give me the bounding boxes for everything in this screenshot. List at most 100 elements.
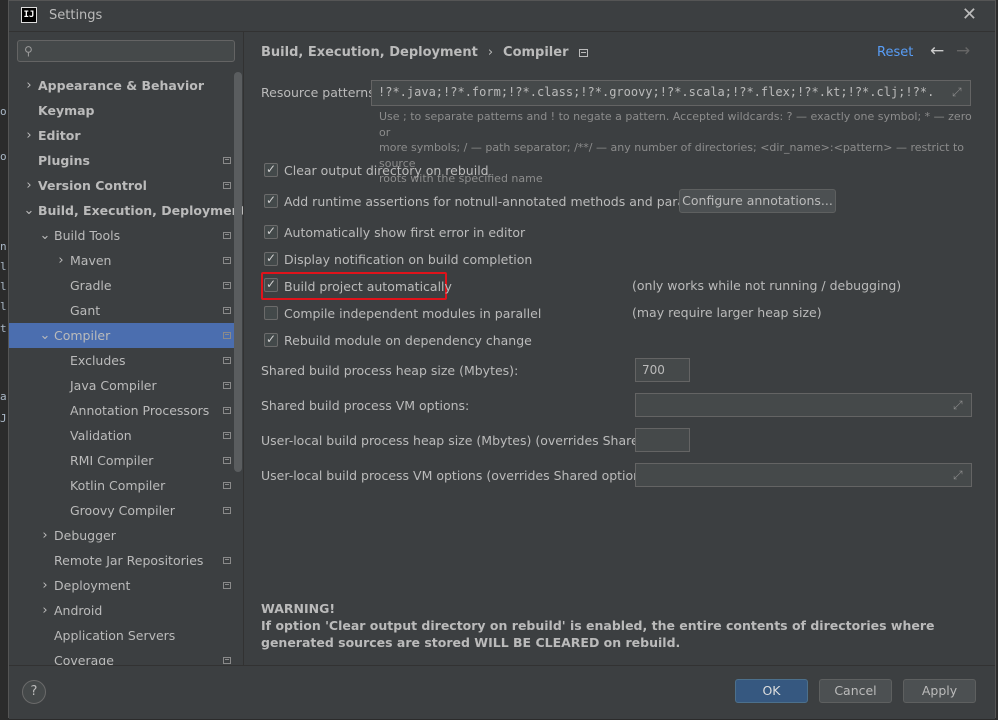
show-first-error-label[interactable]: Automatically show first error in editor [284, 225, 525, 240]
close-icon[interactable]: ✕ [962, 4, 977, 25]
sidebar-item[interactable]: Application Servers [9, 623, 235, 648]
configure-annotations-button[interactable]: Configure annotations... [679, 189, 836, 213]
sidebar-scrollbar[interactable] [234, 72, 242, 472]
project-scope-icon [223, 657, 231, 664]
sidebar-item[interactable]: › Debugger [9, 523, 235, 548]
chevron-right-icon[interactable]: › [23, 73, 35, 98]
project-scope-icon [223, 457, 231, 464]
user-vm-options-field[interactable]: ⤢ [635, 463, 972, 487]
sidebar-item[interactable]: Keymap [9, 98, 235, 123]
sidebar-item[interactable]: Kotlin Compiler [9, 473, 235, 498]
chevron-right-icon[interactable]: › [39, 573, 51, 598]
sidebar-item[interactable]: › Maven [9, 248, 235, 273]
heap-size-label: Shared build process heap size (Mbytes): [261, 363, 519, 378]
display-notification-label[interactable]: Display notification on build completion [284, 252, 532, 267]
sidebar-item[interactable]: Remote Jar Repositories [9, 548, 235, 573]
rebuild-dependency-checkbox[interactable] [264, 332, 278, 347]
ok-button[interactable]: OK [735, 679, 808, 703]
search-box[interactable]: ⚲ [17, 40, 235, 62]
user-heap-size-field[interactable] [635, 428, 690, 452]
sidebar-item-label: Gant [70, 303, 101, 318]
sidebar-item[interactable]: RMI Compiler [9, 448, 235, 473]
sidebar-item[interactable]: ⌄ Compiler [9, 323, 235, 348]
build-automatically-label[interactable]: Build project automatically [284, 279, 452, 294]
sidebar-item-label: Deployment [54, 578, 131, 593]
sidebar-item[interactable]: Gradle [9, 273, 235, 298]
sidebar-item[interactable]: Validation [9, 423, 235, 448]
user-vm-options-label: User-local build process VM options (ove… [261, 468, 657, 483]
sidebar-item-label: Plugins [38, 153, 90, 168]
chevron-right-icon[interactable]: › [23, 123, 35, 148]
sidebar-item-label: Appearance & Behavior [38, 78, 204, 93]
build-automatically-checkbox[interactable] [264, 277, 278, 292]
sidebar-item[interactable]: › Version Control [9, 173, 235, 198]
breadcrumb-item[interactable]: Build, Execution, Deployment [261, 45, 478, 60]
project-scope-icon [223, 482, 231, 489]
chevron-down-icon[interactable]: ⌄ [39, 223, 51, 248]
build-automatically-note: (only works while not running / debuggin… [632, 278, 902, 293]
expand-icon[interactable]: ⤢ [953, 399, 965, 411]
rebuild-dependency-label[interactable]: Rebuild module on dependency change [284, 333, 532, 348]
settings-dialog: IJ Settings ✕ ⚲ › Appearance & Behavior Ke… [8, 0, 996, 719]
reset-link[interactable]: Reset [877, 45, 913, 60]
chevron-right-icon[interactable]: › [55, 248, 67, 273]
sidebar-item[interactable]: ⌄ Build, Execution, Deployment [9, 198, 243, 223]
runtime-assertions-checkbox[interactable] [264, 193, 278, 208]
search-input[interactable] [42, 43, 231, 61]
vm-options-field[interactable]: ⤢ [635, 393, 972, 417]
display-notification-checkbox[interactable] [264, 251, 278, 266]
sidebar-item[interactable]: Coverage [9, 648, 235, 665]
sidebar-item-label: Excludes [70, 353, 126, 368]
sidebar-item-label: Debugger [54, 528, 116, 543]
help-button[interactable]: ? [22, 680, 46, 704]
sidebar-item-label: Gradle [70, 278, 112, 293]
clear-output-label[interactable]: Clear output directory on rebuild [284, 163, 489, 178]
chevron-down-icon[interactable]: ⌄ [23, 198, 35, 223]
clear-output-checkbox[interactable] [264, 162, 278, 177]
compile-parallel-note: (may require larger heap size) [632, 305, 822, 320]
project-scope-icon [223, 182, 231, 189]
bg-text: o [0, 105, 7, 118]
sidebar-item[interactable]: Annotation Processors [9, 398, 235, 423]
sidebar-item-label: RMI Compiler [70, 453, 154, 468]
chevron-right-icon[interactable]: › [39, 598, 51, 623]
sidebar-item[interactable]: › Deployment [9, 573, 235, 598]
runtime-assertions-label[interactable]: Add runtime assertions for notnull-annot… [284, 194, 729, 209]
title-bar: IJ Settings ✕ [9, 1, 995, 32]
forward-arrow-icon: → [956, 41, 971, 61]
chevron-right-icon[interactable]: › [23, 173, 35, 198]
sidebar-item[interactable]: › Editor [9, 123, 235, 148]
compiler-settings-panel: Build, Execution, Deployment › Compiler Re… [244, 32, 995, 665]
project-scope-icon [578, 48, 588, 57]
sidebar-item-label: Maven [70, 253, 112, 268]
warning-text: If option 'Clear output directory on reb… [261, 618, 935, 650]
compile-parallel-label[interactable]: Compile independent modules in parallel [284, 306, 541, 321]
chevron-right-icon[interactable]: › [39, 523, 51, 548]
heap-size-value[interactable]: 700 [642, 363, 665, 377]
cancel-button[interactable]: Cancel [819, 679, 892, 703]
expand-icon[interactable]: ⤢ [953, 469, 965, 481]
expand-icon[interactable]: ⤢ [952, 86, 964, 98]
search-icon: ⚲ [24, 44, 33, 58]
heap-size-field[interactable]: 700 [635, 358, 690, 382]
chevron-down-icon[interactable]: ⌄ [39, 323, 51, 348]
bg-text: J [0, 412, 7, 425]
sidebar-item[interactable]: Excludes [9, 348, 235, 373]
show-first-error-checkbox[interactable] [264, 224, 278, 239]
warning-title: WARNING! [261, 601, 336, 616]
sidebar-item-label: Kotlin Compiler [70, 478, 166, 493]
sidebar-item[interactable]: › Android [9, 598, 235, 623]
back-arrow-icon[interactable]: ← [930, 41, 944, 61]
sidebar-item-label: Annotation Processors [70, 403, 210, 418]
resource-patterns-value[interactable]: !?*.java;!?*.form;!?*.class;!?*.groovy;!… [378, 85, 933, 99]
apply-button[interactable]: Apply [903, 679, 976, 703]
sidebar-item[interactable]: Gant [9, 298, 235, 323]
sidebar-item[interactable]: Java Compiler [9, 373, 235, 398]
sidebar-item[interactable]: Groovy Compiler [9, 498, 235, 523]
sidebar-item[interactable]: ⌄ Build Tools [9, 223, 235, 248]
compile-parallel-checkbox[interactable] [264, 306, 278, 320]
sidebar-item[interactable]: Plugins [9, 148, 235, 173]
dialog-footer: ? OK Cancel Apply [9, 665, 995, 719]
resource-patterns-field[interactable]: !?*.java;!?*.form;!?*.class;!?*.groovy;!… [371, 80, 971, 106]
sidebar-item[interactable]: › Appearance & Behavior [9, 73, 235, 98]
